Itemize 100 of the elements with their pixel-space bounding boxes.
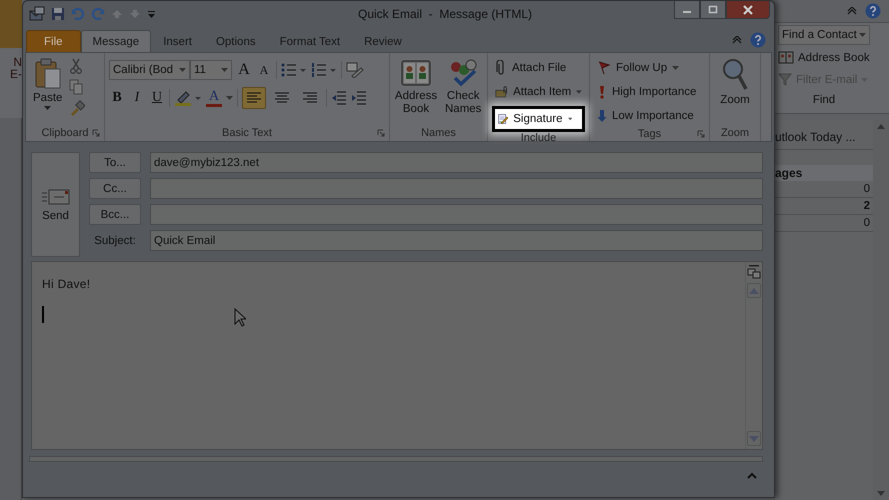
down-arrow-icon bbox=[749, 436, 759, 442]
down-arrow-icon[interactable] bbox=[129, 8, 141, 20]
dropdown-arrow-icon bbox=[672, 66, 680, 70]
font-size-field[interactable]: 11 bbox=[190, 60, 232, 80]
envelope-icon bbox=[40, 188, 70, 206]
up-arrow-icon[interactable] bbox=[111, 8, 123, 20]
recipient-field[interactable] bbox=[150, 204, 763, 225]
follow-up-button[interactable]: Follow Up bbox=[594, 58, 705, 78]
ribbon-tab[interactable]: File bbox=[26, 30, 81, 52]
align-left-icon bbox=[246, 92, 262, 104]
increase-indent-icon[interactable] bbox=[351, 91, 367, 105]
group-label: Find bbox=[812, 94, 836, 106]
expand-icon[interactable] bbox=[747, 472, 757, 479]
styles-icon[interactable] bbox=[346, 62, 364, 78]
scroll-up-icon[interactable] bbox=[877, 124, 885, 129]
copy-icon[interactable] bbox=[69, 79, 84, 95]
exclamation-icon bbox=[597, 85, 607, 99]
text-cursor bbox=[42, 306, 44, 323]
scissors-icon[interactable] bbox=[69, 58, 84, 74]
decrease-indent-icon[interactable] bbox=[331, 91, 347, 105]
recipient-field[interactable] bbox=[150, 178, 763, 199]
collapse-ribbon-icon[interactable] bbox=[847, 7, 857, 15]
ruler-icon[interactable] bbox=[747, 265, 761, 279]
ribbon-tab[interactable]: Review bbox=[352, 30, 414, 52]
paste-button[interactable]: Paste bbox=[30, 56, 66, 125]
numbering-icon[interactable] bbox=[311, 63, 337, 77]
font-name-field[interactable]: Calibri (Bod bbox=[109, 60, 190, 80]
group-label: Clipboard bbox=[41, 127, 89, 139]
ribbon-label: E- bbox=[10, 68, 22, 80]
align-right-icon bbox=[302, 92, 318, 104]
high-importance-button[interactable]: High Importance bbox=[594, 82, 705, 102]
font-color-button[interactable]: A bbox=[206, 89, 222, 107]
close-button[interactable] bbox=[726, 1, 770, 19]
save-icon[interactable] bbox=[51, 7, 65, 21]
ribbon-tab[interactable]: Format Text bbox=[268, 30, 352, 52]
check-names-button[interactable]: Check Names bbox=[442, 56, 484, 125]
up-arrow-icon bbox=[749, 288, 759, 294]
collapse-ribbon-icon[interactable] bbox=[732, 36, 742, 44]
clipboard-icon bbox=[34, 58, 62, 90]
group-label: Names bbox=[421, 127, 456, 139]
subject-label: Subject: bbox=[93, 234, 137, 246]
address-book-icon bbox=[400, 58, 432, 88]
filter-icon bbox=[778, 73, 792, 86]
body-text: Hi Dave! bbox=[42, 277, 92, 291]
scroll-down-button[interactable] bbox=[747, 431, 761, 446]
message-count: 0 bbox=[864, 183, 870, 195]
format-button[interactable]: B bbox=[109, 88, 125, 108]
dialog-launcher-icon[interactable] bbox=[697, 130, 705, 138]
ribbon-tab[interactable]: Message bbox=[80, 30, 152, 52]
dropdown-arrow-icon bbox=[179, 68, 186, 72]
shrink-font-button[interactable]: A bbox=[256, 60, 272, 80]
group-label: Include bbox=[520, 132, 556, 144]
group-label: Tags bbox=[638, 128, 662, 140]
format-button[interactable]: U bbox=[149, 88, 165, 108]
signature-button[interactable]: Signature bbox=[492, 106, 585, 132]
help-icon[interactable] bbox=[865, 3, 881, 19]
attach-file-button[interactable]: Attach File bbox=[492, 58, 585, 78]
recipient-field[interactable]: dave@mybiz123.net bbox=[150, 152, 763, 173]
window-title: Quick Email - Message (HTML) bbox=[356, 7, 534, 21]
low-importance-button[interactable]: Low Importance bbox=[594, 106, 705, 126]
group-label: Basic Text bbox=[222, 127, 272, 139]
message-body[interactable]: Hi Dave! bbox=[31, 261, 763, 450]
dropdown-arrow-icon[interactable] bbox=[226, 96, 233, 100]
magnifier-icon bbox=[722, 58, 748, 92]
mouse-pointer-icon bbox=[234, 308, 246, 327]
send-button[interactable]: Send bbox=[31, 152, 80, 257]
attach-item-button[interactable]: Attach Item bbox=[492, 82, 585, 102]
outlook-app-icon[interactable] bbox=[29, 6, 45, 22]
format-painter-icon[interactable] bbox=[69, 100, 86, 116]
address-button[interactable]: To... bbox=[89, 152, 141, 173]
ribbon-tab[interactable]: Insert bbox=[151, 30, 204, 52]
dialog-launcher-icon[interactable] bbox=[377, 129, 385, 137]
customize-toolbar-icon[interactable] bbox=[147, 9, 156, 19]
address-button[interactable]: Bcc... bbox=[89, 204, 141, 225]
subject-field[interactable]: Quick Email bbox=[150, 230, 763, 251]
dropdown-arrow-icon bbox=[859, 33, 866, 37]
ribbon-tab[interactable]: Options bbox=[204, 30, 268, 52]
address-book-button[interactable]: Address Book bbox=[394, 56, 438, 125]
highlighter-icon[interactable] bbox=[174, 90, 202, 106]
zoom-button[interactable]: Zoom bbox=[717, 56, 753, 125]
dialog-launcher-icon[interactable] bbox=[92, 129, 100, 137]
message-count: 2 bbox=[864, 200, 870, 212]
address-button[interactable]: Cc... bbox=[89, 178, 141, 199]
dropdown-arrow-icon bbox=[221, 68, 228, 72]
message-count: 0 bbox=[864, 217, 870, 229]
find-contact-field[interactable]: Find a Contact bbox=[778, 25, 870, 45]
dropdown-arrow-icon bbox=[576, 90, 582, 94]
help-icon[interactable] bbox=[750, 32, 766, 48]
flag-icon bbox=[597, 61, 611, 75]
signature-pen-icon bbox=[498, 111, 508, 127]
align-left-button[interactable] bbox=[242, 87, 266, 109]
maximize-icon bbox=[708, 5, 718, 14]
section-heading: ages bbox=[775, 166, 802, 180]
format-button[interactable]: I bbox=[129, 88, 145, 108]
bullets-icon[interactable] bbox=[281, 63, 307, 77]
address-book-button[interactable]: Address Book bbox=[778, 48, 889, 67]
maximize-button[interactable] bbox=[700, 1, 726, 19]
scroll-down-icon[interactable] bbox=[877, 491, 885, 496]
minimize-button[interactable] bbox=[674, 1, 700, 19]
grow-font-button[interactable]: A bbox=[236, 60, 252, 80]
